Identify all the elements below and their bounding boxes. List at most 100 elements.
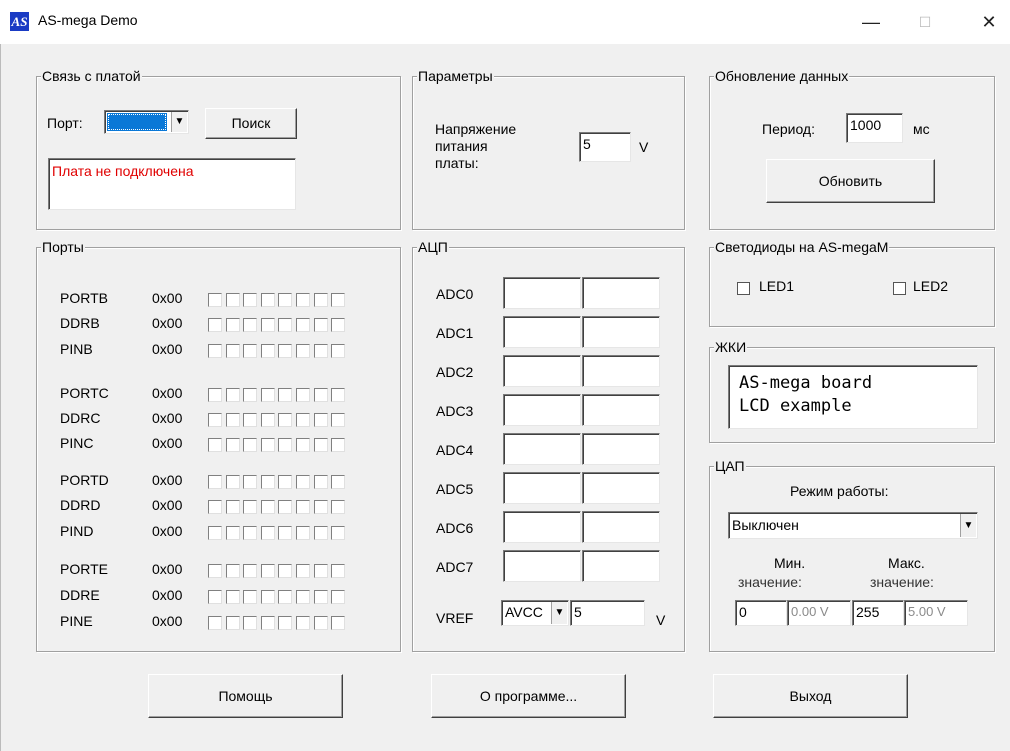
port-bit-checkbox[interactable] [225, 344, 240, 358]
port-bit-checkbox[interactable] [208, 388, 222, 402]
port-bit-checkbox[interactable] [243, 590, 258, 604]
period-input[interactable]: 1000 [846, 113, 903, 143]
exit-button[interactable]: Выход [713, 674, 908, 718]
port-bit-checkbox[interactable] [313, 293, 328, 307]
port-bit-checkbox[interactable] [313, 318, 328, 332]
port-bit-checkbox[interactable] [225, 590, 240, 604]
port-bit-checkbox[interactable] [313, 438, 328, 452]
port-bit-checkbox[interactable] [313, 388, 328, 402]
port-bit-checkbox[interactable] [225, 413, 240, 427]
port-bit-checkbox[interactable] [331, 318, 346, 332]
port-bit-checkbox[interactable] [331, 475, 346, 489]
maximize-button[interactable]: ☐ [902, 0, 948, 44]
port-bit-checkbox[interactable] [296, 475, 310, 489]
port-bit-checkbox[interactable] [260, 293, 275, 307]
port-bit-checkbox[interactable] [313, 413, 328, 427]
port-bit-checkbox[interactable] [331, 438, 346, 452]
port-bit-checkbox[interactable] [208, 438, 222, 452]
port-bit-checkbox[interactable] [243, 388, 258, 402]
port-bit-checkbox[interactable] [243, 293, 258, 307]
port-bit-checkbox[interactable] [243, 500, 258, 514]
port-bit-checkbox[interactable] [278, 590, 293, 604]
port-bit-checkbox[interactable] [278, 475, 293, 489]
port-bit-checkbox[interactable] [243, 526, 258, 540]
port-bit-checkbox[interactable] [296, 526, 310, 540]
port-bit-checkbox[interactable] [278, 564, 293, 578]
dac-max-input[interactable]: 255 [852, 600, 904, 626]
port-bit-checkbox[interactable] [331, 344, 346, 358]
port-bit-checkbox[interactable] [296, 413, 310, 427]
port-bit-checkbox[interactable] [278, 388, 293, 402]
port-bit-checkbox[interactable] [313, 344, 328, 358]
port-bit-checkbox[interactable] [243, 564, 258, 578]
port-bit-checkbox[interactable] [225, 526, 240, 540]
port-bit-checkbox[interactable] [208, 590, 222, 604]
port-bit-checkbox[interactable] [225, 564, 240, 578]
port-bit-checkbox[interactable] [208, 564, 222, 578]
port-bit-checkbox[interactable] [208, 500, 222, 514]
port-bit-checkbox[interactable] [208, 344, 222, 358]
port-bit-checkbox[interactable] [313, 616, 328, 630]
vref-input[interactable]: 5 [570, 600, 645, 626]
port-bit-checkbox[interactable] [225, 475, 240, 489]
port-bit-checkbox[interactable] [260, 590, 275, 604]
port-bit-checkbox[interactable] [208, 318, 222, 332]
port-bit-checkbox[interactable] [331, 500, 346, 514]
port-bit-checkbox[interactable] [243, 616, 258, 630]
port-bit-checkbox[interactable] [278, 526, 293, 540]
port-bit-checkbox[interactable] [225, 616, 240, 630]
chevron-down-icon[interactable]: ▼ [960, 514, 976, 537]
port-bit-checkbox[interactable] [313, 526, 328, 540]
port-bit-checkbox[interactable] [243, 475, 258, 489]
led1-checkbox[interactable] [737, 282, 750, 295]
port-bit-checkbox[interactable] [208, 293, 222, 307]
port-bit-checkbox[interactable] [278, 413, 293, 427]
port-bit-checkbox[interactable] [278, 344, 293, 358]
port-bit-checkbox[interactable] [331, 616, 346, 630]
port-bit-checkbox[interactable] [278, 318, 293, 332]
port-bit-checkbox[interactable] [260, 413, 275, 427]
minimize-button[interactable]: — [848, 0, 894, 44]
port-bit-checkbox[interactable] [296, 616, 310, 630]
port-bit-checkbox[interactable] [208, 475, 222, 489]
port-bit-checkbox[interactable] [260, 438, 275, 452]
port-bit-checkbox[interactable] [260, 564, 275, 578]
port-bit-checkbox[interactable] [331, 526, 346, 540]
port-bit-checkbox[interactable] [278, 293, 293, 307]
port-bit-checkbox[interactable] [260, 344, 275, 358]
vref-select[interactable]: AVCC ▼ [501, 600, 569, 626]
port-bit-checkbox[interactable] [260, 526, 275, 540]
port-bit-checkbox[interactable] [331, 564, 346, 578]
port-bit-checkbox[interactable] [225, 293, 240, 307]
port-bit-checkbox[interactable] [296, 388, 310, 402]
port-bit-checkbox[interactable] [243, 344, 258, 358]
port-bit-checkbox[interactable] [296, 293, 310, 307]
close-button[interactable]: ✕ [966, 0, 1010, 44]
search-button[interactable]: Поиск [205, 108, 297, 139]
port-bit-checkbox[interactable] [313, 564, 328, 578]
port-bit-checkbox[interactable] [313, 475, 328, 489]
about-button[interactable]: О программе... [431, 674, 626, 718]
port-bit-checkbox[interactable] [260, 616, 275, 630]
voltage-input[interactable]: 5 [579, 132, 631, 162]
port-bit-checkbox[interactable] [313, 590, 328, 604]
port-bit-checkbox[interactable] [225, 318, 240, 332]
port-bit-checkbox[interactable] [296, 564, 310, 578]
port-bit-checkbox[interactable] [260, 318, 275, 332]
port-bit-checkbox[interactable] [243, 413, 258, 427]
port-bit-checkbox[interactable] [225, 500, 240, 514]
port-bit-checkbox[interactable] [278, 616, 293, 630]
refresh-button[interactable]: Обновить [766, 159, 935, 203]
led2-checkbox[interactable] [893, 282, 906, 295]
port-bit-checkbox[interactable] [331, 293, 346, 307]
port-bit-checkbox[interactable] [331, 590, 346, 604]
port-bit-checkbox[interactable] [296, 590, 310, 604]
chevron-down-icon[interactable]: ▼ [171, 112, 187, 132]
port-bit-checkbox[interactable] [331, 413, 346, 427]
dac-mode-select[interactable]: Выключен ▼ [728, 512, 978, 539]
port-bit-checkbox[interactable] [225, 388, 240, 402]
port-bit-checkbox[interactable] [243, 318, 258, 332]
port-bit-checkbox[interactable] [260, 475, 275, 489]
port-bit-checkbox[interactable] [296, 500, 310, 514]
port-bit-checkbox[interactable] [278, 500, 293, 514]
